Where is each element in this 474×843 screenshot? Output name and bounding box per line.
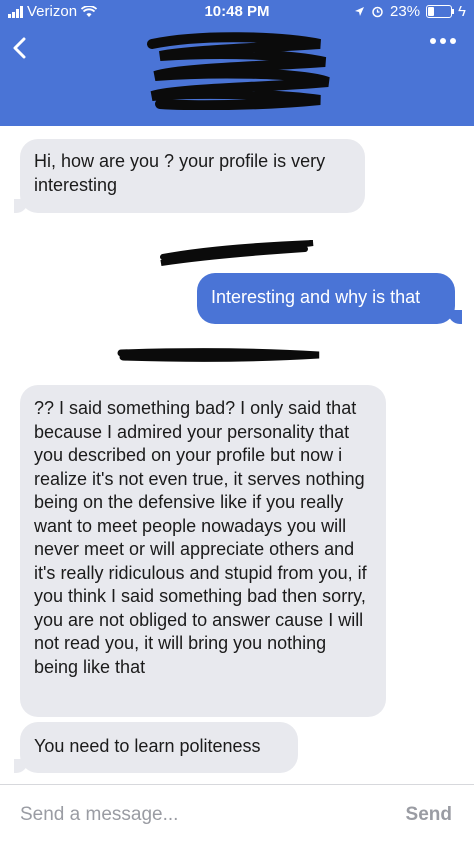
message-bubble-received: You need to learn politeness [20,722,298,773]
message-bubble-received: Hi, how are you ? your profile is very i… [20,139,365,213]
status-right: 23% ϟ [354,3,466,20]
redacted-timestamp [117,348,320,362]
message-bubble-sent: Interesting and why is that [197,273,455,324]
status-bar: Verizon 10:48 PM 23% ϟ [0,0,474,24]
back-button[interactable] [12,34,26,66]
alarm-icon [372,6,383,18]
bubble-tail [14,759,28,773]
battery-percent: 23% [390,3,421,20]
battery-icon [426,5,455,18]
message-bubble-received: ?? I said something bad? I only said tha… [20,385,386,717]
redacted-timestamp [160,240,314,266]
message-composer: Send [0,784,474,843]
send-button[interactable]: Send [406,804,452,826]
chevron-left-icon [13,37,26,59]
bubble-tail [448,310,462,324]
location-icon [355,7,365,16]
message-input[interactable] [18,797,382,833]
bubble-tail [14,199,28,213]
charging-icon: ϟ [458,3,466,20]
conversation-header: Verizon 10:48 PM 23% ϟ [0,0,474,126]
more-dots-icon[interactable] [430,38,456,44]
redacted-contact-name [147,32,330,110]
